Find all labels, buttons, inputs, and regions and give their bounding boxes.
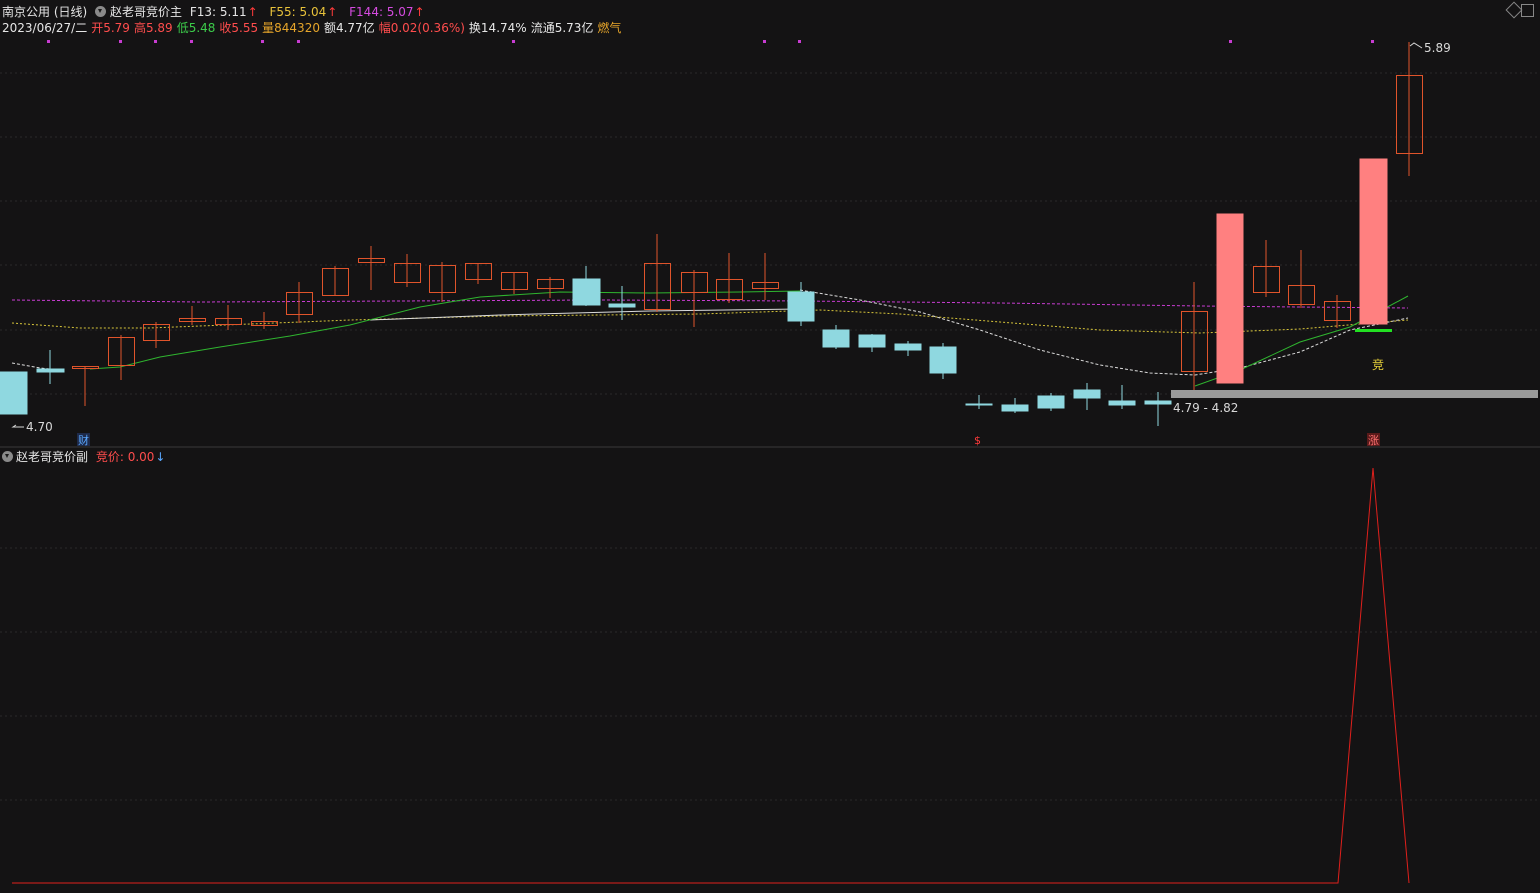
auction-price-value: 竞价: 0.00 bbox=[95, 450, 155, 464]
auction-price-line bbox=[12, 467, 1410, 884]
finance-marker[interactable]: 财 bbox=[78, 433, 89, 447]
candle bbox=[572, 278, 601, 306]
low-mark-pointer bbox=[11, 424, 24, 428]
sub-header: 赵老哥竞价副 竞价: 0.00↓ bbox=[2, 449, 165, 465]
auction-mark: 竞 bbox=[1372, 358, 1384, 372]
candle bbox=[858, 334, 886, 348]
price-zone-bar bbox=[1171, 390, 1538, 398]
candle bbox=[1073, 389, 1101, 399]
zone-range-label: 4.79 - 4.82 bbox=[1173, 401, 1238, 415]
candle bbox=[822, 329, 850, 348]
indicator-toggle-icon[interactable] bbox=[2, 451, 13, 462]
candle bbox=[0, 371, 28, 415]
ma-white-line bbox=[369, 308, 801, 321]
candle bbox=[36, 368, 65, 373]
grid-lines bbox=[0, 72, 1540, 801]
candle bbox=[787, 291, 815, 322]
limit-up-marker[interactable]: 涨 bbox=[1368, 434, 1379, 447]
ma-magenta-line bbox=[11, 299, 1409, 309]
low-mark-label: 4.70 bbox=[26, 420, 53, 434]
candle bbox=[608, 303, 636, 308]
big-up-candle bbox=[1216, 213, 1244, 384]
candle bbox=[1001, 404, 1029, 412]
dollar-marker[interactable]: $ bbox=[974, 434, 981, 447]
down-arrow-icon: ↓ bbox=[155, 450, 166, 464]
candle bbox=[894, 343, 922, 351]
candle bbox=[929, 346, 957, 374]
candle bbox=[965, 403, 993, 406]
ma-white-dashed-line bbox=[799, 289, 1409, 376]
candle bbox=[1108, 400, 1136, 406]
candle bbox=[1037, 395, 1065, 409]
high-mark-label: 5.89 bbox=[1424, 41, 1451, 55]
auction-line bbox=[1355, 329, 1392, 332]
high-mark-pointer bbox=[1409, 42, 1423, 49]
candles bbox=[0, 42, 1423, 426]
kline-chart[interactable]: 5.89 4.70 4.79 - 4.82 竞 财 $ 涨 bbox=[0, 0, 1540, 893]
signal-dots bbox=[47, 40, 1374, 43]
candle bbox=[1144, 400, 1172, 405]
big-up-candle bbox=[1359, 158, 1388, 325]
sub-indicator-name[interactable]: 赵老哥竞价副 bbox=[16, 450, 88, 464]
